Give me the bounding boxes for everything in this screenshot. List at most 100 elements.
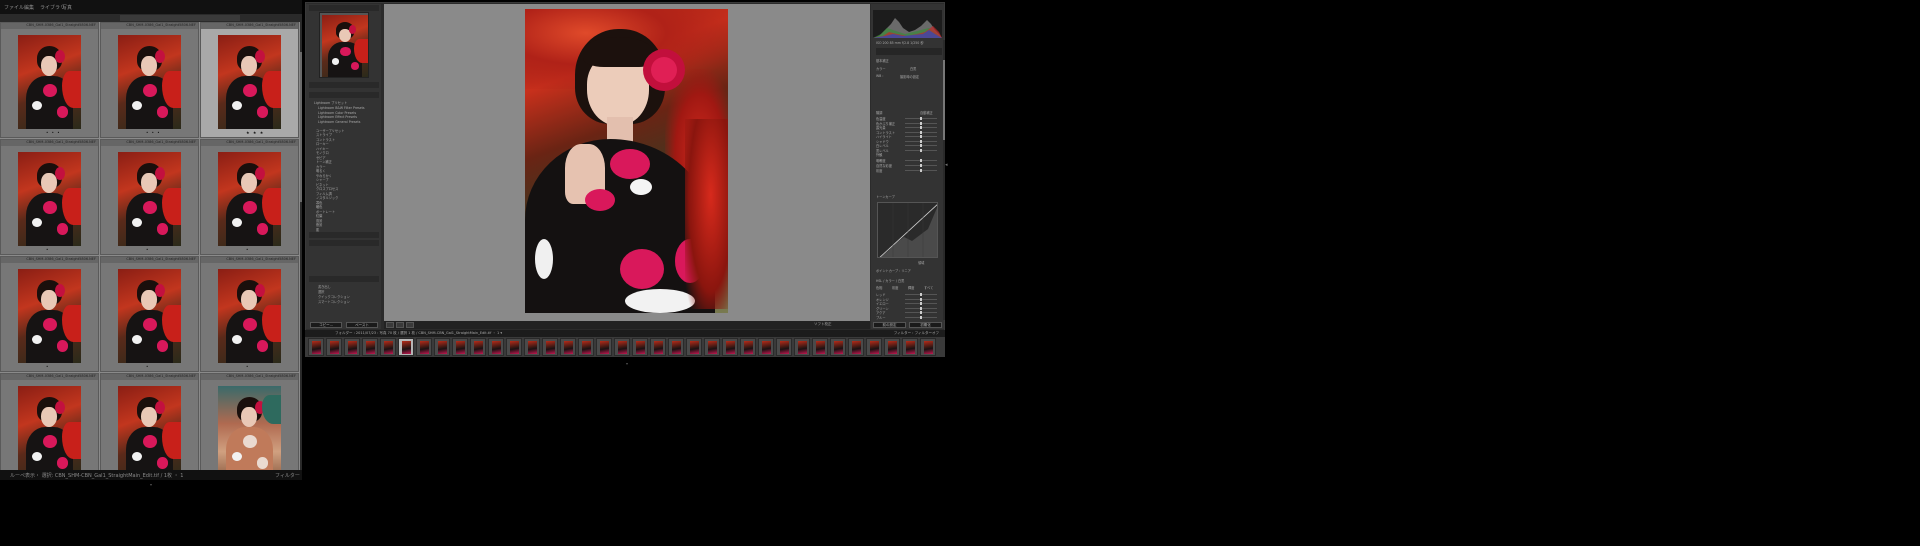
filmstrip-thumb[interactable] [866,338,882,356]
hsl-tab[interactable]: 色相 [876,285,882,290]
filmstrip-thumb[interactable] [614,338,630,356]
history-header[interactable] [309,240,379,246]
preset-item[interactable]: Lightroom Color Presets [318,111,356,115]
grid-cell-rating[interactable]: • • • [146,130,161,135]
grid-cell[interactable]: CBN_SHM-0386_Gal1_Straight5806.NEF • [100,256,199,372]
filmstrip-thumb[interactable] [416,338,432,356]
filmstrip-thumb[interactable] [668,338,684,356]
preset-item[interactable]: Lightroom B&W Filter Presets [318,106,365,110]
collection-item[interactable]: スマートコレクション [318,299,350,304]
menu-edit[interactable]: 編集 [24,4,34,11]
right-panel-scrollbar[interactable] [943,40,945,320]
filmstrip-filter[interactable]: フィルター : フィルターオフ [894,331,939,336]
softproof-label[interactable]: ソフト校正 [814,322,832,327]
filmstrip-thumb[interactable] [722,338,738,356]
filmstrip-thumb[interactable] [848,338,864,356]
grid-cell-rating[interactable]: • • • [46,130,61,135]
adjustment-slider[interactable] [905,121,937,125]
filmstrip-thumb[interactable] [362,338,378,356]
menu-file[interactable]: ファイル [4,4,24,11]
filmstrip-thumb[interactable] [380,338,396,356]
slider-handle[interactable] [920,306,922,310]
adjustment-slider[interactable] [905,139,937,143]
filmstrip-source-path[interactable]: フォルダー : 2011/07/23 : 写真 70 枚 / 選択 1 枚 / … [335,331,502,336]
filmstrip-thumb[interactable] [902,338,918,356]
grid-cell-rating[interactable]: • [146,364,149,369]
filmstrip-thumb[interactable] [596,338,612,356]
grid-cell-rating[interactable]: • [46,364,49,369]
previous-button[interactable]: 前の設定 [873,322,906,328]
filmstrip-thumb[interactable] [578,338,594,356]
grid-cell[interactable]: CBN_SHM-0386_Gal1_Straight5806.NEF • [0,139,99,255]
grid-cell-rating[interactable]: • [46,247,49,252]
filmstrip-thumb[interactable] [326,338,342,356]
collections-header[interactable] [309,276,379,282]
adjustment-slider[interactable] [905,148,937,152]
compare-button[interactable] [406,322,414,328]
grid-cell-rating[interactable]: ★ ★ ★ [246,130,264,135]
filmstrip-thumb[interactable] [704,338,720,356]
main-photo[interactable] [525,9,728,313]
filmstrip-thumb[interactable] [794,338,810,356]
filmstrip-thumb[interactable] [560,338,576,356]
basic-section-label[interactable]: 基本補正 [876,58,889,63]
adjustment-slider[interactable] [905,159,937,162]
filmstrip-thumb[interactable] [650,338,666,356]
tone-curve-section-label[interactable]: トーンカーブ [876,194,895,199]
slider-handle[interactable] [920,169,922,172]
adjustment-slider[interactable] [905,311,937,314]
right-edge-arrow-icon[interactable]: ◂ [945,162,948,168]
snapshots-header[interactable] [309,232,379,238]
secondary-filter-label[interactable]: フィルター [275,472,300,479]
grid-cell-rating[interactable]: • [246,364,249,369]
filmstrip-thumb[interactable] [308,338,324,356]
preset-group-header[interactable]: Lightroom プリセット [314,100,347,105]
view-mode-tabs[interactable] [120,15,240,21]
grid-cell[interactable]: CBN_SHM-0386_Gal1_Straight5806.NEF • • • [0,22,99,138]
filmstrip-thumb[interactable] [812,338,828,356]
adjustment-slider[interactable] [905,135,937,138]
menu-photo[interactable]: 写真 [62,4,72,11]
grid-cell[interactable]: CBN_SHM-0386_Gal1_Straight5806.NEF • [100,139,199,255]
slider-handle[interactable] [920,130,922,134]
adjustment-slider[interactable] [905,164,937,167]
before-after-button[interactable] [396,322,404,328]
treatment-color[interactable]: カラー [876,66,886,71]
slider-handle[interactable] [920,148,922,152]
preset-item[interactable]: Lightroom Effect Presets [318,115,357,119]
preset-item[interactable]: 肌 [316,227,319,232]
filmstrip-filter-value[interactable]: フィルターオフ [915,331,939,335]
filmstrip-thumb[interactable] [470,338,486,356]
grid-cell[interactable]: CBN_SHM-0386_Gal1_Straight5806.NEF • • • [100,22,199,138]
hsl-tab[interactable]: 彩度 [892,285,898,290]
adjustment-slider[interactable] [905,144,937,147]
hsl-tab[interactable]: 輝度 [908,285,914,290]
filmstrip-thumb[interactable] [632,338,648,356]
grid-cell-rating[interactable]: • [246,247,249,252]
filmstrip-thumb[interactable] [884,338,900,356]
hsl-tab[interactable]: すべて [924,285,933,290]
grid-cell[interactable]: CBN_SHM-0386_Gal1_Straight5806.NEF [0,373,99,470]
secondary-collapse-icon[interactable]: ▾ [150,482,153,487]
adjustment-slider[interactable] [905,293,937,296]
grid-cell[interactable]: CBN_SHM-0386_Gal1_Straight5806.NEF [200,373,299,470]
adjustment-slider[interactable] [905,302,937,305]
paste-button[interactable]: ペースト [346,322,378,328]
histogram[interactable] [873,10,942,38]
grid-scrollbar[interactable] [300,22,302,470]
filmstrip-thumb[interactable] [506,338,522,356]
filmstrip-thumb[interactable] [434,338,450,356]
slider-handle[interactable] [920,144,922,147]
filmstrip-thumb[interactable] [740,338,756,356]
filmstrip-thumb[interactable] [344,338,360,356]
filmstrip-thumb[interactable] [830,338,846,356]
slider-handle[interactable] [920,164,922,167]
slider-handle[interactable] [920,159,922,162]
slider-handle[interactable] [920,126,922,129]
point-curve-select[interactable]: ポイントカーブ : リニア [876,268,911,273]
filmstrip-thumb[interactable] [758,338,774,356]
slider-handle[interactable] [920,117,922,120]
tone-auto-button[interactable]: 自動補正 [920,110,933,115]
adjustment-slider[interactable] [905,169,937,172]
slider-handle[interactable] [920,293,922,296]
